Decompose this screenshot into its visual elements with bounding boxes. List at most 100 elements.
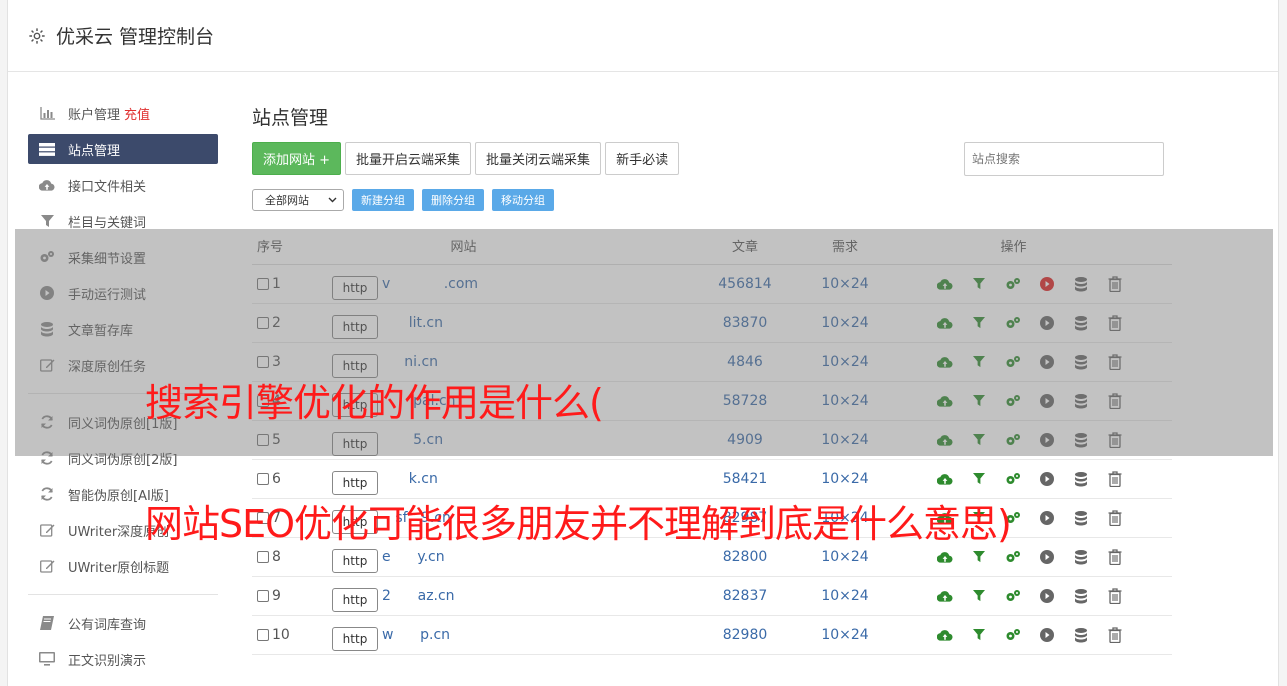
play-icon[interactable] bbox=[1039, 276, 1055, 292]
gears-icon[interactable] bbox=[1005, 588, 1021, 604]
filter-icon[interactable] bbox=[971, 354, 987, 370]
beginner-guide-button[interactable]: 新手必读 bbox=[605, 142, 680, 175]
cloud-upload-icon[interactable] bbox=[937, 549, 953, 565]
filter-icon[interactable] bbox=[971, 549, 987, 565]
sidebar-item[interactable]: 文章暂存库 bbox=[28, 311, 218, 347]
site-domain-link[interactable]: v .com bbox=[382, 276, 478, 292]
http-badge[interactable]: http bbox=[332, 588, 378, 612]
http-badge[interactable]: http bbox=[332, 471, 378, 495]
filter-icon[interactable] bbox=[971, 393, 987, 409]
site-domain-link[interactable]: e y.cn bbox=[382, 549, 445, 565]
sidebar-item[interactable]: 站点管理 bbox=[28, 134, 218, 164]
gears-icon[interactable] bbox=[1005, 393, 1021, 409]
play-icon[interactable] bbox=[1039, 627, 1055, 643]
move-group-button[interactable]: 移动分组 bbox=[492, 189, 554, 211]
play-icon[interactable] bbox=[1039, 471, 1055, 487]
row-checkbox[interactable] bbox=[257, 278, 269, 290]
trash-icon[interactable] bbox=[1107, 588, 1123, 604]
trash-icon[interactable] bbox=[1107, 354, 1123, 370]
trash-icon[interactable] bbox=[1107, 276, 1123, 292]
demand-value[interactable]: 10×24 bbox=[795, 627, 895, 643]
gears-icon[interactable] bbox=[1005, 471, 1021, 487]
demand-value[interactable]: 10×24 bbox=[795, 432, 895, 448]
database-icon[interactable] bbox=[1073, 627, 1089, 643]
sidebar-item[interactable]: 手动运行测试 bbox=[28, 275, 218, 311]
row-checkbox[interactable] bbox=[257, 551, 269, 563]
database-icon[interactable] bbox=[1073, 393, 1089, 409]
row-checkbox[interactable] bbox=[257, 590, 269, 602]
trash-icon[interactable] bbox=[1107, 432, 1123, 448]
article-count[interactable]: 82800 bbox=[695, 549, 795, 565]
sidebar-item[interactable]: 采集细节设置 bbox=[28, 239, 218, 275]
demand-value[interactable]: 10×24 bbox=[795, 276, 895, 292]
filter-icon[interactable] bbox=[971, 588, 987, 604]
row-checkbox[interactable] bbox=[257, 434, 269, 446]
article-count[interactable]: 4846 bbox=[695, 354, 795, 370]
cloud-upload-icon[interactable] bbox=[937, 627, 953, 643]
sidebar-item[interactable]: 同义词伪原创[2版] bbox=[28, 440, 218, 476]
database-icon[interactable] bbox=[1073, 276, 1089, 292]
filter-icon[interactable] bbox=[971, 471, 987, 487]
http-badge[interactable]: http bbox=[332, 627, 378, 651]
batch-close-button[interactable]: 批量关闭云端采集 bbox=[475, 142, 602, 175]
trash-icon[interactable] bbox=[1107, 393, 1123, 409]
http-badge[interactable]: http bbox=[332, 432, 378, 456]
cloud-upload-icon[interactable] bbox=[937, 354, 953, 370]
cloud-upload-icon[interactable] bbox=[937, 393, 953, 409]
sidebar-item[interactable]: 正文识别演示 bbox=[28, 641, 218, 677]
article-count[interactable]: 83870 bbox=[695, 315, 795, 331]
play-icon[interactable] bbox=[1039, 393, 1055, 409]
cloud-upload-icon[interactable] bbox=[937, 471, 953, 487]
cloud-upload-icon[interactable] bbox=[937, 276, 953, 292]
demand-value[interactable]: 10×24 bbox=[795, 471, 895, 487]
row-checkbox[interactable] bbox=[257, 629, 269, 641]
database-icon[interactable] bbox=[1073, 588, 1089, 604]
play-icon[interactable] bbox=[1039, 549, 1055, 565]
database-icon[interactable] bbox=[1073, 432, 1089, 448]
site-domain-link[interactable]: 5.cn bbox=[382, 432, 443, 448]
demand-value[interactable]: 10×24 bbox=[795, 354, 895, 370]
site-search-input[interactable] bbox=[964, 142, 1164, 176]
site-domain-link[interactable]: ni.cn bbox=[382, 354, 438, 370]
row-checkbox[interactable] bbox=[257, 473, 269, 485]
article-count[interactable]: 4909 bbox=[695, 432, 795, 448]
play-icon[interactable] bbox=[1039, 588, 1055, 604]
sidebar-item[interactable]: 公有词库查询 bbox=[28, 605, 218, 641]
database-icon[interactable] bbox=[1073, 549, 1089, 565]
sidebar-item[interactable]: 账户管理 充值 bbox=[28, 95, 218, 131]
gears-icon[interactable] bbox=[1005, 276, 1021, 292]
play-icon[interactable] bbox=[1039, 510, 1055, 526]
row-checkbox[interactable] bbox=[257, 317, 269, 329]
site-filter-select[interactable]: 全部网站 bbox=[252, 189, 344, 211]
sidebar-item[interactable]: 接口文件相关 bbox=[28, 167, 218, 203]
cloud-upload-icon[interactable] bbox=[937, 432, 953, 448]
play-icon[interactable] bbox=[1039, 354, 1055, 370]
filter-icon[interactable] bbox=[971, 276, 987, 292]
site-domain-link[interactable]: k.cn bbox=[382, 471, 438, 487]
row-checkbox[interactable] bbox=[257, 356, 269, 368]
filter-icon[interactable] bbox=[971, 627, 987, 643]
demand-value[interactable]: 10×24 bbox=[795, 588, 895, 604]
article-count[interactable]: 58421 bbox=[695, 471, 795, 487]
add-site-button[interactable]: 添加网站 + bbox=[252, 142, 342, 175]
article-count[interactable]: 82837 bbox=[695, 588, 795, 604]
new-group-button[interactable]: 新建分组 bbox=[352, 189, 414, 211]
play-icon[interactable] bbox=[1039, 315, 1055, 331]
filter-icon[interactable] bbox=[971, 432, 987, 448]
demand-value[interactable]: 10×24 bbox=[795, 549, 895, 565]
play-icon[interactable] bbox=[1039, 432, 1055, 448]
sidebar-item[interactable]: UWriter原创标题 bbox=[28, 548, 218, 584]
gears-icon[interactable] bbox=[1005, 627, 1021, 643]
gears-icon[interactable] bbox=[1005, 354, 1021, 370]
trash-icon[interactable] bbox=[1107, 510, 1123, 526]
database-icon[interactable] bbox=[1073, 510, 1089, 526]
demand-value[interactable]: 10×24 bbox=[795, 393, 895, 409]
database-icon[interactable] bbox=[1073, 471, 1089, 487]
article-count[interactable]: 456814 bbox=[695, 276, 795, 292]
gears-icon[interactable] bbox=[1005, 549, 1021, 565]
trash-icon[interactable] bbox=[1107, 471, 1123, 487]
filter-icon[interactable] bbox=[971, 315, 987, 331]
site-domain-link[interactable]: w p.cn bbox=[382, 627, 450, 643]
gears-icon[interactable] bbox=[1005, 432, 1021, 448]
demand-value[interactable]: 10×24 bbox=[795, 315, 895, 331]
